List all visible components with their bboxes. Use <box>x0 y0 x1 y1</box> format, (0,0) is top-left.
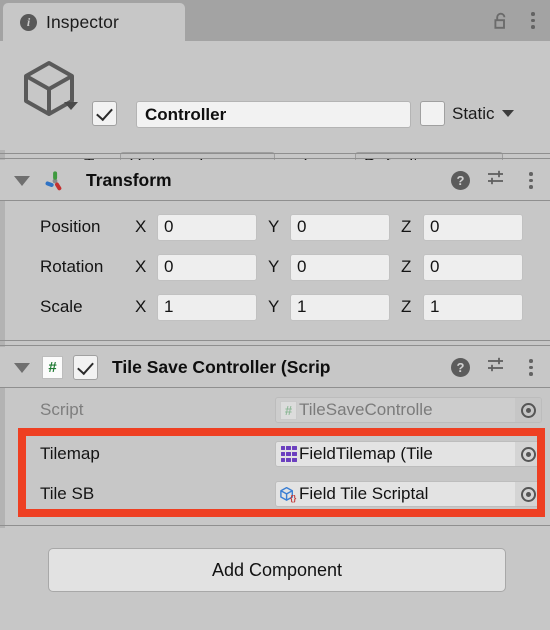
tilemap-object-value: FieldTilemap (Tile <box>299 444 433 463</box>
kebab-menu-icon[interactable] <box>522 171 540 191</box>
help-icon[interactable]: ? <box>451 358 470 377</box>
position-axes: X 0 Y 0 Z 0 <box>135 213 534 241</box>
scale-z-input[interactable]: 1 <box>423 293 523 321</box>
add-component-button[interactable]: Add Component <box>48 548 506 592</box>
axis-y-label: Y <box>268 217 280 236</box>
position-z-input[interactable]: 0 <box>423 213 523 241</box>
scale-label: Scale <box>40 297 83 316</box>
rotation-label: Rotation <box>40 257 104 276</box>
kebab-menu-icon[interactable] <box>522 358 540 378</box>
foldout-arrow-icon[interactable] <box>14 362 30 373</box>
transform-row-scale: Scale X 1 Y 1 Z 1 <box>0 290 550 324</box>
gameobject-header: Controller Static Tag Untagged Layer Def… <box>0 41 550 179</box>
preset-sliders-icon[interactable] <box>486 169 506 192</box>
component-enabled-checkbox[interactable] <box>73 355 98 380</box>
component-header-tile-save-controller[interactable]: # Tile Save Controller (Scrip ? <box>0 347 550 388</box>
scale-y-input[interactable]: 1 <box>290 293 390 321</box>
transform-row-position: Position X 0 Y 0 Z 0 <box>0 210 550 244</box>
axis-y-label: Y <box>268 257 280 276</box>
position-x-input[interactable]: 0 <box>157 213 257 241</box>
scale-axes: X 1 Y 1 Z 1 <box>135 293 534 321</box>
tilemap-field-label: Tilemap <box>40 444 100 463</box>
static-control[interactable]: Static <box>420 101 514 126</box>
component-actions: ? <box>451 356 540 379</box>
info-icon: i <box>20 13 37 31</box>
rotation-axes: X 0 Y 0 Z 0 <box>135 253 534 281</box>
gameobject-name-input[interactable]: Controller <box>136 101 411 128</box>
inspector-tabbar: i Inspector <box>0 0 550 41</box>
tab-inspector-label: Inspector <box>46 11 119 32</box>
script-object-value: TileSaveControlle <box>299 400 433 419</box>
divider <box>0 153 550 154</box>
axis-x-label: X <box>135 257 147 276</box>
kebab-menu-icon[interactable] <box>524 11 542 31</box>
rotation-x-input[interactable]: 0 <box>157 253 257 281</box>
tilemap-grid-icon <box>279 445 298 464</box>
axis-x-label: X <box>135 297 147 316</box>
field-row-tile-sb: Tile SB {} Field Tile Scriptal <box>0 477 550 511</box>
scriptable-object-icon: {} <box>279 485 298 504</box>
divider <box>0 387 550 388</box>
scale-x-input[interactable]: 1 <box>157 293 257 321</box>
axis-y-label: Y <box>268 297 280 316</box>
position-y-input[interactable]: 0 <box>290 213 390 241</box>
tile-sb-field-label: Tile SB <box>40 484 95 503</box>
component-title-transform: Transform <box>86 170 172 190</box>
static-label: Static <box>452 103 495 123</box>
gameobject-enabled-checkbox[interactable] <box>92 101 117 126</box>
rotation-z-input[interactable]: 0 <box>423 253 523 281</box>
foldout-arrow-icon[interactable] <box>14 175 30 186</box>
divider <box>0 158 550 159</box>
preset-sliders-icon[interactable] <box>486 356 506 379</box>
tile-sb-object-field[interactable]: {} Field Tile Scriptal <box>275 481 542 507</box>
field-row-script: Script # TileSaveControlle <box>0 393 550 427</box>
script-field-label: Script <box>40 400 84 419</box>
cube-icon[interactable] <box>16 57 82 123</box>
script-object-field: # TileSaveControlle <box>275 397 542 423</box>
unlocked-padlock-icon[interactable] <box>492 11 510 31</box>
component-actions: ? <box>451 169 540 192</box>
tab-inspector[interactable]: i Inspector <box>3 3 185 41</box>
csharp-script-icon: # <box>279 400 298 420</box>
tabbar-actions <box>492 0 542 41</box>
csharp-script-icon: # <box>42 356 63 379</box>
axis-x-label: X <box>135 217 147 236</box>
divider <box>0 340 550 341</box>
field-row-tilemap: Tilemap FieldTilemap (Tile <box>0 437 550 471</box>
inspector-window: i Inspector Controller Static Transform … <box>0 0 550 630</box>
component-header-transform[interactable]: Transform ? <box>0 160 550 201</box>
help-icon[interactable]: ? <box>451 171 470 190</box>
static-dropdown-caret-icon[interactable] <box>501 110 514 117</box>
tilemap-object-field[interactable]: FieldTilemap (Tile <box>275 441 542 467</box>
svg-text:{}: {} <box>290 494 297 503</box>
object-picker-icon[interactable] <box>515 442 541 466</box>
object-picker-icon[interactable] <box>515 482 541 506</box>
divider <box>0 345 550 346</box>
tile-sb-object-value: Field Tile Scriptal <box>299 484 429 503</box>
divider <box>0 200 550 201</box>
transform-row-rotation: Rotation X 0 Y 0 Z 0 <box>0 250 550 284</box>
object-picker-icon <box>515 398 541 422</box>
component-title-tile-save-controller: Tile Save Controller (Scrip <box>112 357 331 377</box>
cube-dropdown-caret-icon[interactable] <box>64 102 78 110</box>
transform-gizmo-icon <box>42 168 68 194</box>
position-label: Position <box>40 217 101 236</box>
divider <box>0 525 550 526</box>
rotation-y-input[interactable]: 0 <box>290 253 390 281</box>
static-checkbox[interactable] <box>420 101 445 126</box>
axis-z-label: Z <box>401 217 412 236</box>
axis-z-label: Z <box>401 297 412 316</box>
axis-z-label: Z <box>401 257 412 276</box>
